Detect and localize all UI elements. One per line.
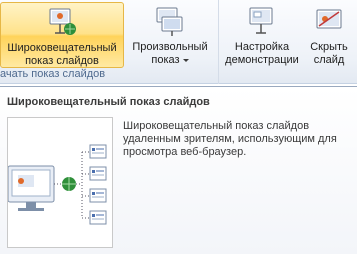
tooltip-description-line: Широковещательный показ слайдов	[123, 120, 310, 132]
monitor-icon	[8, 165, 55, 211]
viewer-icon	[89, 210, 107, 225]
broadcast-network-illustration	[7, 117, 113, 248]
setup-group: Настройка демонстрации Скрыть слайд	[218, 0, 357, 84]
tooltip-description-line: просмотра веб-браузер.	[123, 146, 247, 158]
hide-slide-label: Скрыть слайд	[310, 41, 348, 66]
tooltip-description: Широковещательный показ слайдов удаленны…	[123, 120, 351, 159]
globe-icon	[62, 177, 76, 191]
setup-slideshow-button[interactable]: Настройка демонстрации	[223, 2, 301, 68]
hide-slide-button[interactable]: Скрыть слайд	[303, 2, 355, 68]
start-slideshow-group: Широковещательный показ слайдов Произвол…	[0, 0, 218, 84]
custom-slideshow-label: Произвольный показ	[132, 41, 208, 66]
group-label: ачать показ слайдов	[0, 68, 106, 80]
setup-slideshow-label: Настройка демонстрации	[225, 41, 299, 66]
viewer-icon	[89, 166, 107, 181]
broadcast-tooltip: Широковещательный показ слайдов Широкове…	[0, 86, 357, 254]
ribbon: Широковещательный показ слайдов Произвол…	[0, 0, 357, 84]
tooltip-title: Широковещательный показ слайдов	[7, 96, 210, 108]
broadcast-slideshow-button[interactable]: Широковещательный показ слайдов	[0, 2, 124, 68]
hide-slide-icon	[312, 5, 346, 43]
tooltip-description-line: удаленным зрителям, использующим для	[123, 133, 337, 145]
viewer-icon	[89, 188, 107, 203]
viewer-icon	[89, 144, 107, 159]
broadcast-slideshow-label: Широковещательный показ слайдов	[7, 42, 117, 67]
broadcast-slideshow-icon	[44, 6, 80, 44]
setup-slideshow-icon	[245, 5, 279, 43]
chevron-down-icon	[182, 58, 189, 62]
custom-slideshow-icon	[153, 5, 187, 43]
custom-slideshow-button[interactable]: Произвольный показ	[125, 2, 215, 68]
